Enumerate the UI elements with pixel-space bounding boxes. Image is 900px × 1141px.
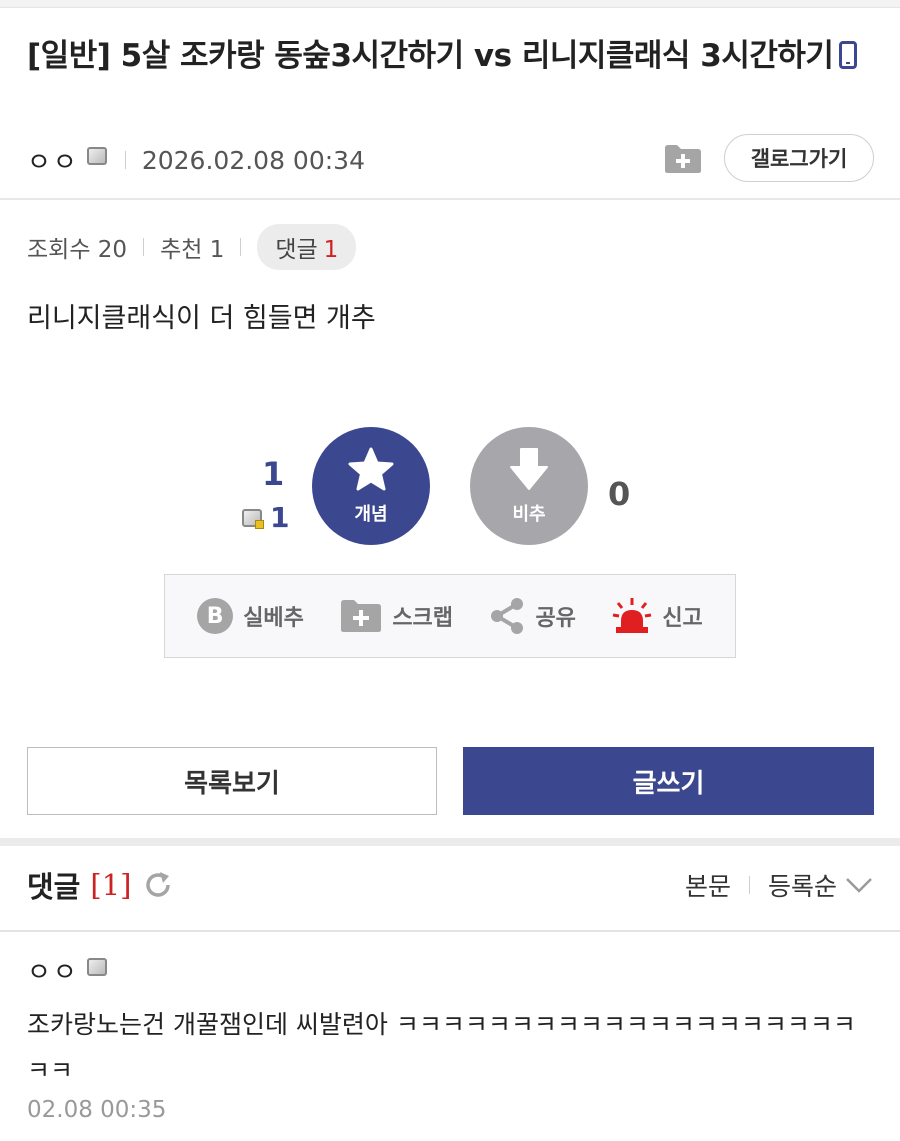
fixed-nick-icon — [86, 957, 107, 976]
controls-separator — [748, 876, 750, 894]
post-meta: ㅇㅇ 2026.02.08 00:34 — [27, 142, 365, 178]
section-divider — [0, 838, 900, 846]
folder-plus-icon — [340, 599, 382, 633]
post-action-bar: B 실베추 스크랩 공유 신고 — [164, 574, 736, 658]
b-circle-icon: B — [197, 598, 234, 634]
stats-separator — [143, 238, 145, 256]
meta-separator — [124, 151, 126, 169]
stats-separator — [240, 238, 242, 256]
siren-icon — [612, 597, 652, 635]
post-stats: 조회수 20 추천 1 댓글 1 — [27, 224, 357, 270]
upvote-label: 개념 — [354, 503, 388, 525]
best-recommend-button[interactable]: B 실베추 — [197, 598, 304, 634]
comment-section-title: 댓글 — [27, 870, 81, 904]
post-title: [일반] 5살 조카랑 동숲3시간하기 vs 리니지클래식 3시간하기 — [27, 32, 872, 80]
share-icon — [489, 597, 525, 635]
report-button[interactable]: 신고 — [612, 597, 703, 635]
write-button[interactable]: 글쓰기 — [463, 747, 874, 815]
refresh-icon[interactable] — [143, 870, 173, 900]
fixed-upvote-count: 1 — [242, 501, 289, 534]
vote-area: 1 1 개념 비추 0 — [0, 425, 900, 550]
fixed-upvote-value: 1 — [270, 501, 290, 534]
downvote-count: 0 — [608, 475, 631, 513]
share-button[interactable]: 공유 — [489, 597, 576, 635]
comment-text: 조카랑노는건 개꿀잼인데 씨발련아 ㅋㅋㅋㅋㅋㅋㅋㅋㅋㅋㅋㅋㅋㅋㅋㅋㅋㅋㅋㅋㅋㅋ — [27, 1010, 856, 1085]
header-divider — [0, 198, 900, 200]
comment-section-count: [1] — [90, 868, 132, 902]
report-label: 신고 — [662, 606, 703, 631]
fixed-nick-icon — [86, 147, 107, 165]
recommend-count: 추천 1 — [160, 237, 225, 263]
comment-controls: 본문 등록순 — [685, 867, 873, 903]
author-nickname[interactable]: ㅇㅇ — [27, 142, 79, 179]
comment-pill-label: 댓글 — [275, 237, 318, 263]
upvote-button[interactable]: 개념 — [312, 427, 430, 545]
comment-pill-count: 1 — [323, 237, 339, 263]
mobile-icon — [839, 40, 858, 69]
comment-author-nick[interactable]: ㅇㅇ — [27, 952, 79, 989]
post-title-text: [일반] 5살 조카랑 동숲3시간하기 vs 리니지클래식 3시간하기 — [27, 38, 834, 74]
scrap-button[interactable]: 스크랩 — [340, 599, 453, 633]
scrap-label: 스크랩 — [392, 606, 454, 631]
comment-author: ㅇㅇ — [27, 952, 107, 989]
downvote-button[interactable]: 비추 — [470, 427, 588, 545]
chevron-down-icon[interactable] — [845, 876, 873, 894]
list-button[interactable]: 목록보기 — [27, 747, 437, 815]
post-date: 2026.02.08 00:34 — [141, 145, 365, 175]
folder-add-icon[interactable] — [664, 144, 702, 174]
post-body: 리니지클래식이 더 힘들면 개추 — [27, 303, 376, 334]
sort-select[interactable]: 등록순 — [768, 867, 837, 903]
comment-count-pill[interactable]: 댓글 1 — [257, 224, 357, 270]
comment-divider — [0, 930, 900, 932]
share-label: 공유 — [535, 606, 576, 631]
comment-header: 댓글 [1] 본문 등록순 — [27, 862, 873, 908]
fixed-nick-icon — [242, 508, 264, 529]
downvote-label: 비추 — [512, 503, 546, 525]
comment-date: 02.08 00:35 — [27, 1097, 167, 1123]
view-body-button[interactable]: 본문 — [685, 867, 731, 903]
views-count: 조회수 20 — [27, 237, 128, 263]
star-icon — [348, 447, 394, 500]
down-arrow-icon — [509, 447, 549, 500]
best-recommend-label: 실베추 — [243, 606, 304, 631]
gallog-button[interactable]: 갤로그가기 — [724, 134, 874, 182]
upvote-count: 1 — [262, 455, 285, 493]
top-border — [0, 0, 900, 8]
